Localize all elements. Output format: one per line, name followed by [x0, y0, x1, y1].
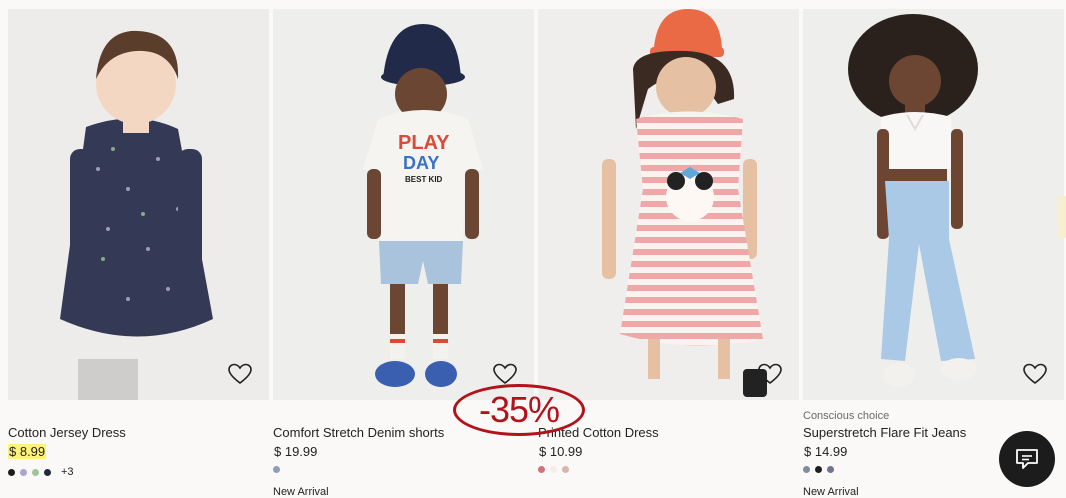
- chat-button[interactable]: [999, 431, 1055, 487]
- product-image[interactable]: [803, 9, 1064, 400]
- product-name[interactable]: Cotton Jersey Dress: [8, 425, 126, 440]
- favorite-button[interactable]: [492, 362, 518, 386]
- more-colors-count[interactable]: +3: [61, 466, 74, 478]
- color-swatch[interactable]: [538, 466, 545, 473]
- color-swatch[interactable]: [32, 468, 39, 476]
- product-info: Cotton Jersey Dress $ 8.99 +3: [8, 400, 269, 495]
- favorite-button[interactable]: [757, 362, 783, 386]
- color-swatch[interactable]: [550, 466, 557, 473]
- new-arrival-badge: New Arrival: [273, 486, 329, 498]
- color-swatch[interactable]: [815, 466, 822, 473]
- color-swatches: [803, 466, 834, 473]
- heart-icon: [1023, 363, 1047, 385]
- heart-icon: [758, 363, 782, 385]
- color-swatch[interactable]: [803, 466, 810, 473]
- product-price: $ 14.99: [804, 444, 848, 459]
- product-image[interactable]: PLAY DAY BEST KID: [273, 9, 534, 400]
- svg-text:PLAY: PLAY: [398, 132, 450, 154]
- product-card[interactable]: Cotton Jersey Dress $ 8.99 +3: [8, 9, 269, 495]
- heart-icon: [493, 363, 517, 385]
- product-image[interactable]: [8, 9, 269, 400]
- heart-icon: [228, 363, 252, 385]
- color-swatch[interactable]: [20, 468, 27, 476]
- side-edge-tab[interactable]: [1057, 196, 1066, 238]
- color-swatch[interactable]: [273, 466, 280, 473]
- color-swatch[interactable]: [44, 468, 51, 476]
- new-arrival-badge: New Arrival: [803, 486, 859, 498]
- color-swatch[interactable]: [562, 466, 569, 473]
- svg-text:DAY: DAY: [403, 153, 439, 173]
- favorite-button[interactable]: [1022, 362, 1048, 386]
- product-name[interactable]: Comfort Stretch Denim shorts: [273, 425, 444, 440]
- color-swatches: [538, 466, 569, 473]
- product-name[interactable]: Superstretch Flare Fit Jeans: [803, 425, 966, 440]
- product-price: $ 19.99: [274, 444, 318, 459]
- chat-icon: [1016, 449, 1038, 469]
- product-image[interactable]: [538, 9, 799, 400]
- svg-text:BEST KID: BEST KID: [405, 175, 443, 184]
- product-card[interactable]: Conscious choice Superstretch Flare Fit …: [803, 9, 1064, 498]
- color-swatch[interactable]: [827, 466, 834, 473]
- discount-stamp: -35%: [453, 384, 585, 436]
- product-price: $ 10.99: [539, 444, 583, 459]
- conscious-choice-tag: Conscious choice: [803, 410, 890, 422]
- color-swatch[interactable]: [8, 468, 15, 476]
- favorite-button[interactable]: [227, 362, 253, 386]
- color-swatches: [273, 466, 280, 473]
- product-price: $ 8.99: [8, 444, 47, 459]
- color-swatches: +3: [8, 466, 74, 478]
